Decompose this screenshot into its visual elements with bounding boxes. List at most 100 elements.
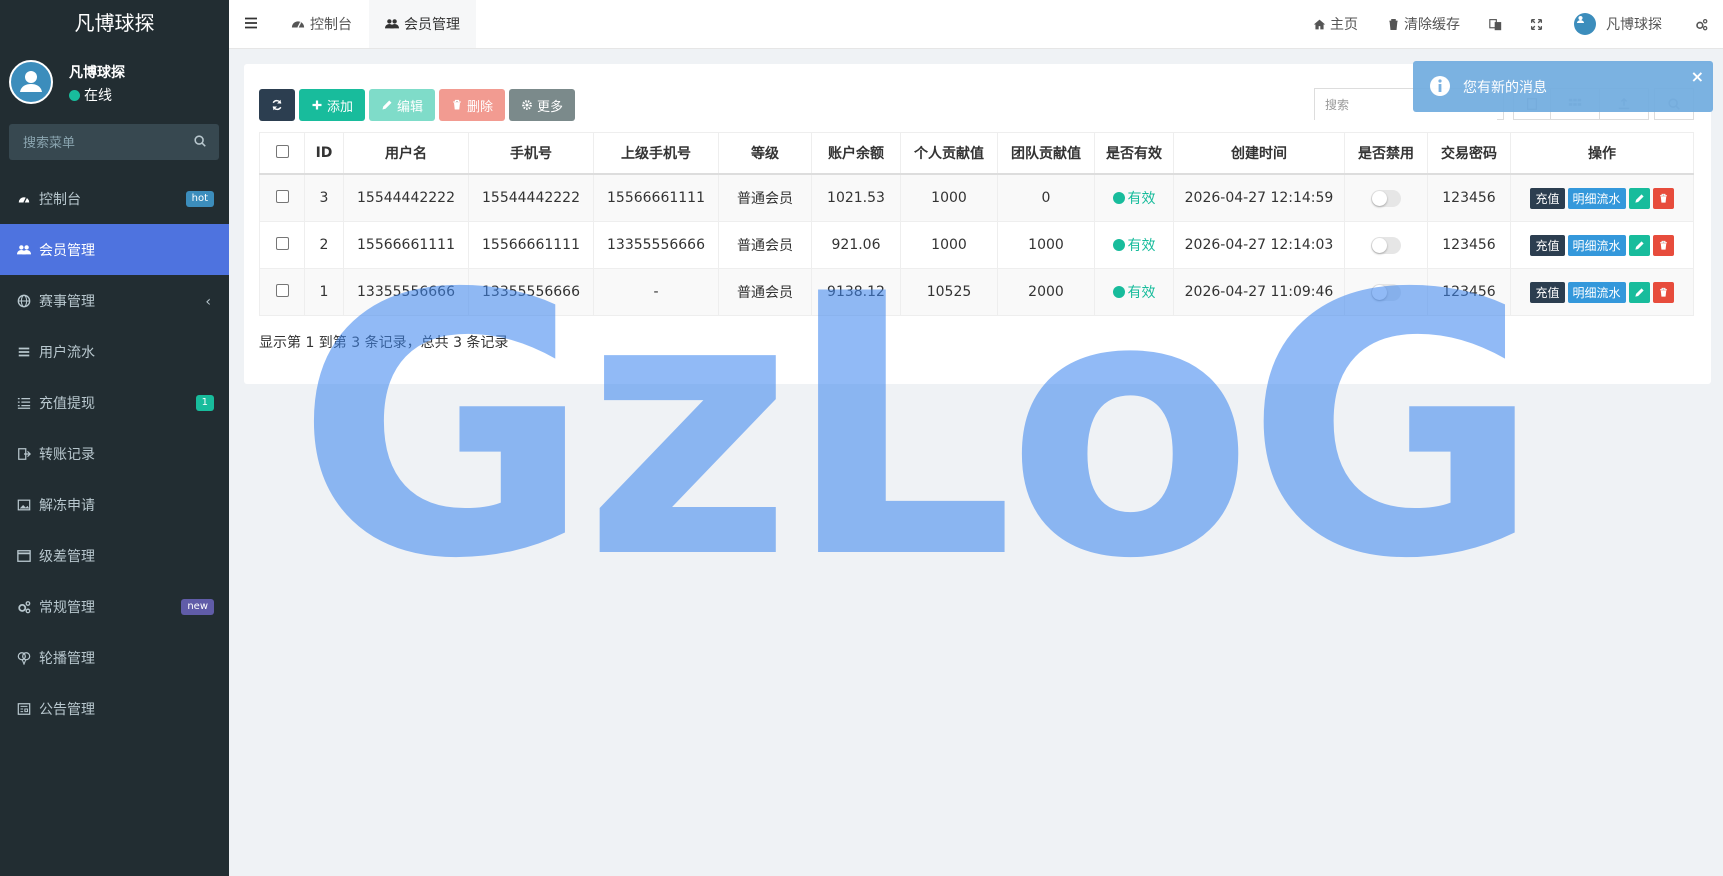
cell-balance: 1021.53 (811, 173, 901, 222)
close-icon[interactable]: × (1691, 67, 1704, 86)
column-header[interactable]: 创建时间 (1173, 132, 1345, 175)
column-header[interactable]: 手机号 (468, 132, 594, 175)
add-button[interactable]: 添加 (299, 89, 366, 121)
sidebar-item-level-diff[interactable]: 级差管理 (0, 530, 229, 581)
row-delete-button[interactable] (1652, 234, 1674, 256)
sidebar-item-label: 充值提现 (39, 395, 95, 412)
cell-personal: 1000 (900, 221, 998, 269)
row-select-cell (259, 221, 305, 269)
sidebar-item-unfreeze[interactable]: 解冻申请 (0, 479, 229, 530)
sidebar-item-notices[interactable]: 公告管理 (0, 683, 229, 734)
sidebar-item-carousel[interactable]: 轮播管理 (0, 632, 229, 683)
brand-logo[interactable]: 凡博球探 (0, 0, 229, 49)
sidebar-item-members[interactable]: 会员管理 (0, 224, 229, 275)
member-panel: 添加 编辑 删除 更多 ID 用户名 手机号 上级手机号 (244, 64, 1711, 384)
cell-parent-phone: 13355556666 (593, 221, 719, 269)
balloon-icon (17, 651, 31, 665)
table-row[interactable]: 3 15544442222 15544442222 15566661111 普通… (259, 173, 1694, 222)
delete-button[interactable]: 删除 (439, 89, 506, 121)
notification-toast[interactable]: 您有新的消息 × (1413, 61, 1713, 112)
settings-button[interactable] (1695, 0, 1712, 48)
cell-level: 普通会员 (718, 221, 812, 269)
status-dot-icon (1112, 192, 1125, 204)
cogs-icon (1696, 18, 1708, 30)
search-icon[interactable] (193, 134, 207, 148)
cell-valid: 有效 (1094, 268, 1174, 316)
disabled-toggle[interactable] (1371, 189, 1401, 207)
column-header[interactable]: 是否禁用 (1344, 132, 1428, 175)
sidebar-menu: 控制台 hot 会员管理 赛事管理 ‹ 用户流水 充值提现 1 转账记录 解冻申… (0, 173, 229, 734)
row-delete-button[interactable] (1652, 187, 1674, 209)
sidebar-item-dashboard[interactable]: 控制台 hot (0, 173, 229, 224)
row-edit-button[interactable] (1628, 187, 1650, 209)
trash-icon (1659, 193, 1667, 203)
sidebar-item-recharge[interactable]: 充值提现 1 (0, 377, 229, 428)
delete-label: 删除 (467, 99, 494, 115)
user-menu[interactable]: 凡博球探 (1574, 0, 1662, 48)
sidebar-item-label: 公告管理 (39, 701, 95, 718)
row-edit-button[interactable] (1628, 281, 1650, 303)
flow-detail-button[interactable]: 明细流水 (1567, 234, 1626, 256)
disabled-toggle[interactable] (1371, 283, 1401, 301)
column-header[interactable]: 个人贡献值 (900, 132, 998, 175)
cell-parent-phone: - (593, 268, 719, 316)
sidebar-item-user-flow[interactable]: 用户流水 (0, 326, 229, 377)
valid-label: 有效 (1127, 238, 1156, 254)
toggle-knob (1372, 237, 1387, 253)
clear-cache-label: 清除缓存 (1404, 17, 1460, 33)
flow-detail-button[interactable]: 明细流水 (1567, 281, 1626, 303)
home-link[interactable]: 主页 (1313, 0, 1358, 48)
tab-dashboard[interactable]: 控制台 (275, 0, 368, 48)
recharge-button[interactable]: 充值 (1530, 281, 1565, 303)
column-header[interactable]: 上级手机号 (593, 132, 719, 175)
menu-toggle-icon[interactable] (243, 15, 259, 31)
column-header[interactable]: 用户名 (343, 132, 469, 175)
column-header[interactable]: 等级 (718, 132, 812, 175)
column-header[interactable]: 团队贡献值 (997, 132, 1095, 175)
sidebar-item-label: 级差管理 (39, 548, 95, 565)
trash-icon (453, 99, 461, 110)
recharge-button[interactable]: 充值 (1530, 187, 1565, 209)
top-navbar: 控制台 会员管理 主页 清除缓存 凡博球探 (229, 0, 1723, 49)
sidebar-item-label: 轮播管理 (39, 650, 95, 667)
disabled-toggle[interactable] (1371, 236, 1401, 254)
user-status-label: 在线 (84, 88, 112, 104)
sidebar-item-general[interactable]: 常规管理 new (0, 581, 229, 632)
cell-valid: 有效 (1094, 173, 1174, 222)
row-delete-button[interactable] (1652, 281, 1674, 303)
status-dot-icon (1112, 239, 1125, 251)
sidebar-item-transfer[interactable]: 转账记录 (0, 428, 229, 479)
cell-username: 15566661111 (343, 221, 469, 269)
new-badge: new (181, 599, 214, 615)
edit-button[interactable]: 编辑 (369, 89, 436, 121)
refresh-button[interactable] (259, 89, 295, 121)
column-header[interactable]: 账户余额 (811, 132, 901, 175)
clear-cache-button[interactable]: 清除缓存 (1387, 0, 1460, 48)
user-name: 凡博球探 (69, 65, 125, 81)
row-checkbox[interactable] (275, 236, 289, 250)
chevron-left-icon: ‹ (205, 294, 211, 310)
fullscreen-button[interactable] (1530, 0, 1547, 48)
row-select-cell (259, 268, 305, 316)
sidebar-search-input[interactable] (9, 124, 185, 162)
more-button[interactable]: 更多 (509, 89, 576, 121)
translate-button[interactable] (1489, 0, 1506, 48)
cell-id: 1 (304, 268, 344, 316)
tab-members[interactable]: 会员管理 (369, 0, 476, 48)
column-header[interactable]: 交易密码 (1427, 132, 1511, 175)
row-checkbox[interactable] (275, 283, 289, 297)
row-edit-button[interactable] (1628, 234, 1650, 256)
dashboard-icon (291, 21, 305, 28)
table-row[interactable]: 1 13355556666 13355556666 - 普通会员 9138.12… (259, 268, 1694, 316)
flow-detail-button[interactable]: 明细流水 (1567, 187, 1626, 209)
sidebar-item-events[interactable]: 赛事管理 ‹ (0, 275, 229, 326)
add-label: 添加 (327, 99, 354, 115)
valid-label: 有效 (1127, 191, 1156, 207)
table-row[interactable]: 2 15566661111 15566661111 13355556666 普通… (259, 221, 1694, 269)
column-header[interactable]: 是否有效 (1094, 132, 1174, 175)
user-status: 在线 (69, 85, 112, 105)
recharge-button[interactable]: 充值 (1530, 234, 1565, 256)
select-all-checkbox[interactable] (275, 144, 289, 158)
row-checkbox[interactable] (275, 189, 289, 203)
column-header[interactable]: ID (304, 132, 344, 175)
